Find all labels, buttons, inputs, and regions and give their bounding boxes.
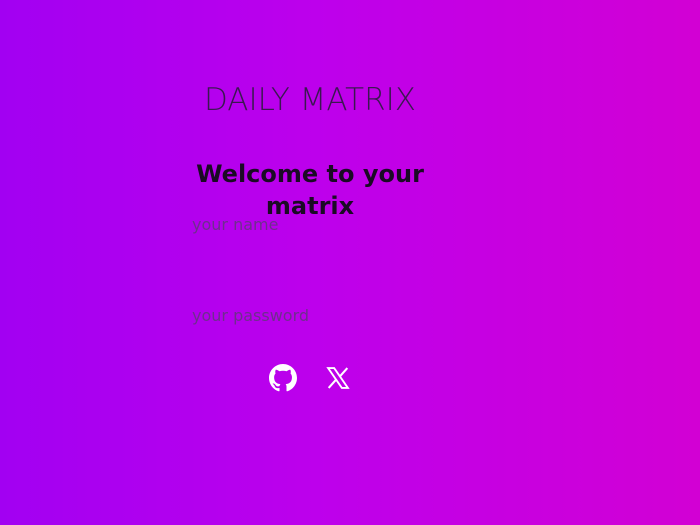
x-link[interactable] bbox=[324, 362, 352, 394]
x-icon bbox=[325, 367, 350, 389]
github-icon bbox=[268, 364, 297, 392]
social-links bbox=[0, 362, 620, 394]
password-input[interactable] bbox=[188, 300, 440, 330]
app-title: DAILY MATRIX bbox=[203, 82, 417, 118]
login-page: DAILY MATRIX Welcome to your matrix bbox=[0, 0, 700, 525]
github-link[interactable] bbox=[268, 362, 297, 394]
name-input[interactable] bbox=[188, 209, 440, 239]
